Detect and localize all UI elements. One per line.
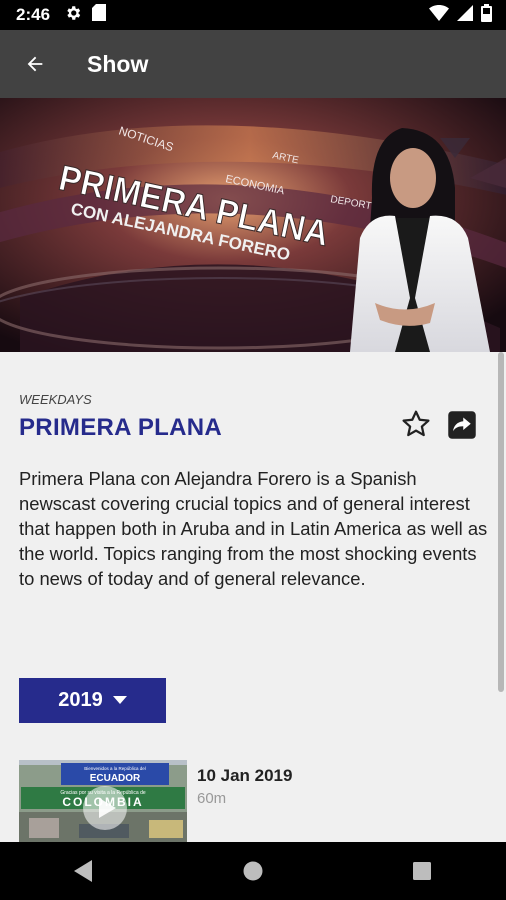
nav-home-icon xyxy=(243,861,263,881)
show-banner-image: NOTICIAS ECONOMIA ARTE DEPORTES PRIMERA … xyxy=(0,98,506,352)
favorite-button[interactable] xyxy=(400,408,432,442)
wifi-icon xyxy=(429,4,449,26)
cell-signal-icon xyxy=(457,4,473,26)
episode-thumbnail[interactable]: Bienvenidos a la República del ECUADOR G… xyxy=(19,760,187,842)
share-button[interactable] xyxy=(447,410,477,440)
episode-duration: 60m xyxy=(197,790,227,807)
page-title: Show xyxy=(87,50,149,77)
schedule-label: WEEKDAYS xyxy=(19,392,92,407)
back-button[interactable] xyxy=(20,49,50,79)
thumb-sign-country: ECUADOR xyxy=(90,773,141,784)
app-bar: Show xyxy=(0,30,506,98)
thumb-sign-top: Bienvenidos a la República del xyxy=(84,766,146,771)
episode-date: 10 Jan 2019 xyxy=(197,766,293,785)
caret-down-icon xyxy=(112,696,127,704)
settings-icon xyxy=(64,4,82,27)
status-time: 2:46 xyxy=(16,5,51,24)
year-dropdown[interactable]: 2019 xyxy=(19,678,166,723)
share-icon xyxy=(448,411,476,439)
star-outline-icon xyxy=(402,410,430,437)
status-bar: 2:46 xyxy=(0,0,506,30)
nav-home-button[interactable] xyxy=(223,842,283,900)
show-description: Primera Plana con Alejandra Forero is a … xyxy=(19,468,488,589)
scrollbar[interactable] xyxy=(498,352,504,692)
banner-artwork: NOTICIAS ECONOMIA ARTE DEPORTES PRIMERA … xyxy=(0,98,506,352)
episode-list-item[interactable]: Bienvenidos a la República del ECUADOR G… xyxy=(19,760,489,842)
nav-back-button[interactable] xyxy=(54,842,114,900)
nav-back-icon xyxy=(74,860,93,882)
system-nav-bar xyxy=(0,842,506,900)
battery-icon xyxy=(481,3,492,27)
arrow-back-icon xyxy=(27,56,43,72)
year-selected-value: 2019 xyxy=(58,689,103,711)
nav-recents-button[interactable] xyxy=(392,842,452,900)
show-title: PRIMERA PLANA xyxy=(19,414,223,441)
sd-card-icon xyxy=(92,4,107,26)
nav-recents-icon xyxy=(412,862,431,880)
